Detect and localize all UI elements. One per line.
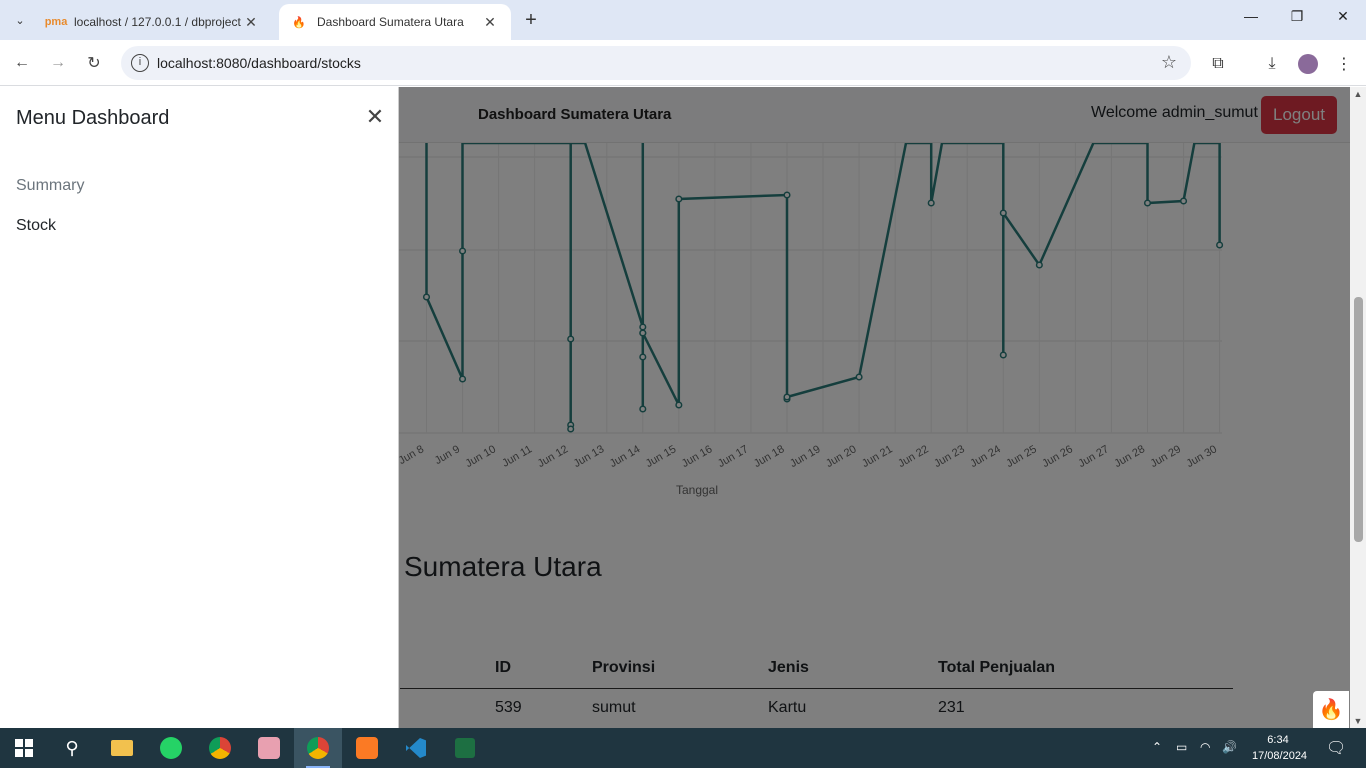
battery-icon[interactable]: ▭: [1176, 740, 1187, 754]
flame-icon: 🔥: [292, 16, 306, 29]
scroll-down-arrow-icon[interactable]: ▼: [1350, 716, 1366, 726]
bookmark-star-icon[interactable]: ☆: [1161, 52, 1177, 73]
windows-start-icon[interactable]: [0, 728, 48, 768]
restore-button[interactable]: ❐: [1274, 8, 1320, 25]
profile-avatar[interactable]: [1296, 52, 1320, 76]
close-tab-icon[interactable]: ✕: [481, 14, 499, 31]
flame-icon[interactable]: 🔥: [1313, 691, 1349, 728]
minimize-button[interactable]: —: [1228, 8, 1274, 24]
menu-item-summary[interactable]: Summary: [16, 177, 84, 195]
browser-toolbar: ← → ↻ i localhost:8080/dashboard/stocks …: [0, 40, 1366, 86]
tab-title: localhost / 127.0.0.1 / dbproject: [74, 15, 241, 29]
app-avatar-icon[interactable]: [245, 728, 293, 768]
chrome-profile-icon[interactable]: [294, 728, 342, 768]
clock-date: 17/08/2024: [1252, 750, 1308, 762]
new-tab-button[interactable]: +: [520, 9, 542, 32]
offcanvas-menu: Menu Dashboard ✕ Summary Stock: [0, 87, 399, 728]
browser-tabstrip: ⌄ pma localhost / 127.0.0.1 / dbproject …: [0, 0, 1366, 40]
tab-phpmyadmin[interactable]: pma localhost / 127.0.0.1 / dbproject ✕: [36, 4, 272, 40]
tab-search-button[interactable]: ⌄: [8, 8, 32, 32]
clock-time: 6:34: [1267, 734, 1289, 746]
chevron-up-icon[interactable]: ⌃: [1152, 740, 1162, 754]
taskbar-clock[interactable]: 6:34 17/08/2024: [1252, 732, 1308, 764]
tab-title: Dashboard Sumatera Utara: [317, 15, 464, 29]
offcanvas-title: Menu Dashboard: [16, 107, 170, 129]
chrome-icon[interactable]: [196, 728, 244, 768]
site-info-icon[interactable]: i: [131, 54, 149, 72]
vscode-icon[interactable]: [392, 728, 440, 768]
back-button[interactable]: ←: [10, 51, 34, 75]
scroll-thumb[interactable]: [1354, 297, 1363, 542]
xampp-icon[interactable]: [343, 728, 391, 768]
page-scrollbar[interactable]: ▲ ▼: [1350, 87, 1366, 728]
file-explorer-icon[interactable]: [98, 728, 146, 768]
whatsapp-icon[interactable]: [147, 728, 195, 768]
volume-icon[interactable]: 🔊: [1222, 740, 1237, 754]
close-window-button[interactable]: ✕: [1320, 8, 1366, 25]
windows-taskbar: ⚲ ⌃ ▭ ◠ 🔊 6:34 17/08/2024 🗨: [0, 728, 1366, 768]
chrome-menu-icon[interactable]: ⋮: [1332, 52, 1356, 76]
close-tab-icon[interactable]: ✕: [242, 14, 260, 31]
menu-item-stock[interactable]: Stock: [16, 217, 56, 235]
notification-icon[interactable]: 🗨: [1326, 738, 1346, 758]
address-url[interactable]: localhost:8080/dashboard/stocks: [157, 55, 361, 71]
wifi-icon[interactable]: ◠: [1200, 740, 1210, 754]
phpmyadmin-icon: pma: [44, 16, 68, 28]
search-icon[interactable]: ⚲: [48, 728, 96, 768]
excel-icon[interactable]: [441, 728, 489, 768]
close-icon[interactable]: ✕: [363, 105, 387, 129]
address-bar[interactable]: i localhost:8080/dashboard/stocks ☆: [121, 46, 1191, 80]
scroll-up-arrow-icon[interactable]: ▲: [1350, 89, 1366, 99]
reload-button[interactable]: ↻: [82, 51, 106, 75]
download-icon[interactable]: ⤓: [1260, 52, 1284, 76]
extensions-icon[interactable]: ⧉: [1206, 52, 1230, 76]
forward-button[interactable]: →: [46, 51, 70, 75]
tab-dashboard[interactable]: 🔥 Dashboard Sumatera Utara ✕: [279, 4, 511, 40]
page-viewport: Dashboard Sumatera Utara Welcome admin_s…: [0, 87, 1366, 728]
